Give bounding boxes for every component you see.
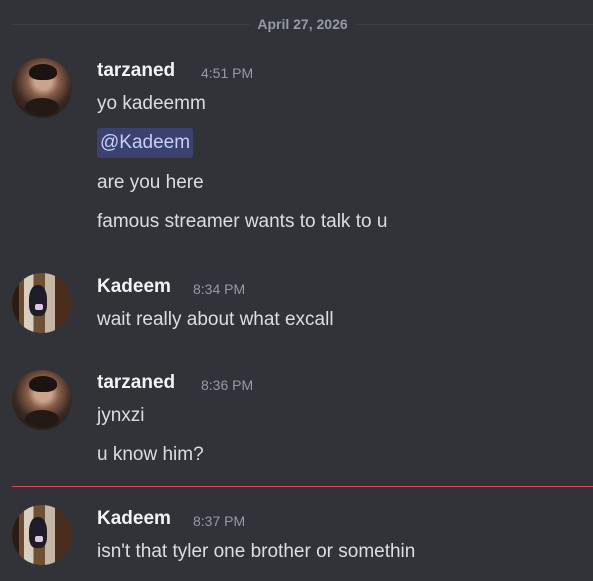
date-divider: April 27, 2026 <box>12 16 593 32</box>
message-text: u know him? <box>97 444 204 465</box>
message-text: wait really about what excall <box>97 309 334 330</box>
user-mention[interactable]: @Kadeem <box>97 128 194 158</box>
message-text: jynxzi <box>97 405 145 426</box>
message-author-tarzaned[interactable]: tarzaned <box>97 60 175 82</box>
message-text: famous streamer wants to talk to u <box>97 211 388 232</box>
kadeem-avatar[interactable] <box>12 505 72 565</box>
message-text: are you here <box>97 172 204 193</box>
message-timestamp[interactable]: 8:34 PM <box>193 280 245 298</box>
message-author-kadeem[interactable]: Kadeem <box>97 508 171 530</box>
message-timestamp[interactable]: 8:36 PM <box>201 376 253 394</box>
tarzaned-avatar[interactable] <box>12 58 72 118</box>
date-divider-label: April 27, 2026 <box>249 16 356 32</box>
message-author-tarzaned[interactable]: tarzaned <box>97 372 175 394</box>
message-text: yo kadeemm <box>97 93 206 114</box>
message-text: isn't that tyler one brother or somethin <box>97 541 416 562</box>
kadeem-avatar[interactable] <box>12 273 72 333</box>
message-timestamp[interactable]: 4:51 PM <box>201 64 253 82</box>
message-author-kadeem[interactable]: Kadeem <box>97 276 171 298</box>
message-timestamp[interactable]: 8:37 PM <box>193 512 245 530</box>
tarzaned-avatar[interactable] <box>12 370 72 430</box>
new-messages-divider <box>12 486 593 487</box>
